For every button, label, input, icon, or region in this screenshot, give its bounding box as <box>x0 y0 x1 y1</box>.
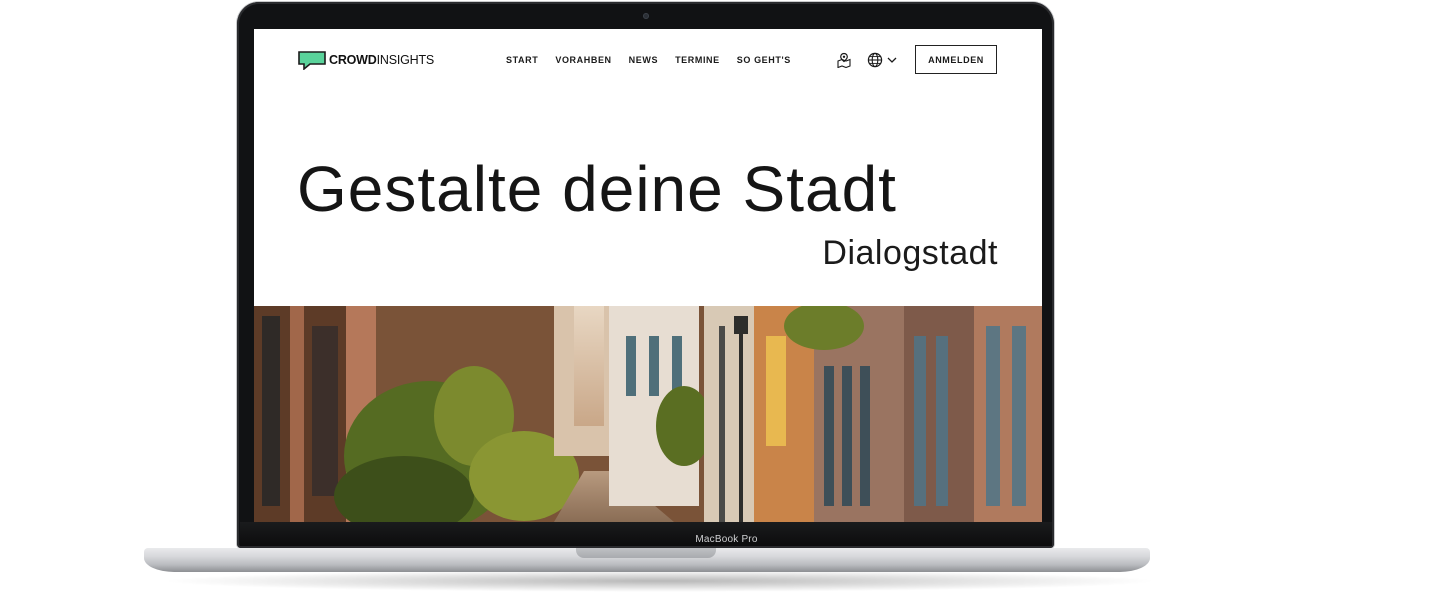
main-nav: START VORAHBEN NEWS TERMINE SO GEHT'S <box>506 55 791 65</box>
chevron-down-icon <box>887 57 897 63</box>
screen: CROWDINSIGHTS START VORAHBEN NEWS TERMIN… <box>254 29 1042 522</box>
camera <box>643 13 649 19</box>
speech-bubble-icon <box>298 51 326 70</box>
nav-item-so-gehts[interactable]: SO GEHT'S <box>737 55 791 65</box>
hero-headline: Gestalte deine Stadt <box>297 153 897 225</box>
laptop-shadow <box>160 570 1160 592</box>
hero-subheadline: Dialogstadt <box>822 234 998 272</box>
model-label: MacBook Pro <box>695 534 758 545</box>
nav-item-news[interactable]: NEWS <box>629 55 658 65</box>
globe-icon <box>867 52 883 68</box>
nav-item-vorhaben[interactable]: VORAHBEN <box>555 55 611 65</box>
street-photo <box>254 306 1042 522</box>
language-selector[interactable] <box>867 52 898 68</box>
site-header: CROWDINSIGHTS START VORAHBEN NEWS TERMIN… <box>254 29 1042 93</box>
logo-text: CROWDINSIGHTS <box>329 53 434 67</box>
login-button[interactable]: ANMELDEN <box>915 45 997 74</box>
logo-text-bold: CROWD <box>329 53 377 67</box>
nav-item-termine[interactable]: TERMINE <box>675 55 720 65</box>
map-pin-icon[interactable] <box>836 52 852 68</box>
logo[interactable]: CROWDINSIGHTS <box>298 50 434 70</box>
laptop-notch <box>576 548 716 558</box>
logo-text-light: INSIGHTS <box>376 53 435 67</box>
nav-item-start[interactable]: START <box>506 55 538 65</box>
